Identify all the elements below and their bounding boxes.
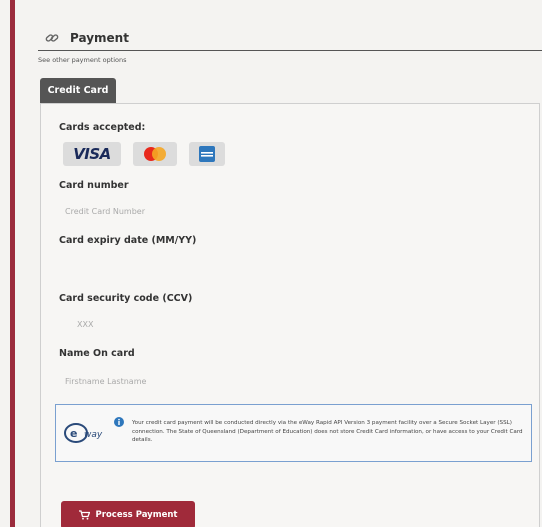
card-expiry-label: Card expiry date (MM/YY) [59, 235, 197, 246]
payment-header: Payment [38, 25, 542, 51]
card-number-label: Card number [59, 180, 129, 191]
card-logos: VISA [63, 142, 225, 166]
credit-card-panel: Cards accepted: VISA Card number Card ex… [40, 103, 540, 527]
process-payment-button[interactable]: Process Payment [61, 501, 195, 527]
eway-notice-text: Your credit card payment will be conduct… [132, 420, 523, 444]
card-number-input[interactable] [59, 200, 359, 222]
other-payment-options-link[interactable]: See other payment options [38, 56, 127, 64]
info-icon [114, 417, 124, 427]
page-title: Payment [70, 30, 129, 45]
visa-logo: VISA [63, 142, 121, 166]
accent-bar [10, 0, 15, 527]
name-on-card-input[interactable] [59, 370, 359, 392]
name-on-card-label: Name On card [59, 348, 135, 359]
link-icon [45, 33, 59, 42]
process-payment-label: Process Payment [95, 510, 178, 520]
cards-accepted-label: Cards accepted: [59, 122, 146, 133]
eway-logo: e way [62, 413, 110, 453]
security-code-input[interactable] [59, 313, 359, 335]
security-code-label: Card security code (CCV) [59, 293, 193, 304]
amex-logo [189, 142, 225, 166]
cart-icon [78, 510, 90, 520]
svg-text:way: way [84, 430, 103, 440]
eway-notice: e way Your credit card payment will be c… [55, 404, 532, 462]
tab-credit-card[interactable]: Credit Card [40, 78, 116, 103]
mastercard-logo [133, 142, 177, 166]
card-expiry-input[interactable] [59, 256, 359, 278]
svg-text:e: e [70, 427, 77, 440]
